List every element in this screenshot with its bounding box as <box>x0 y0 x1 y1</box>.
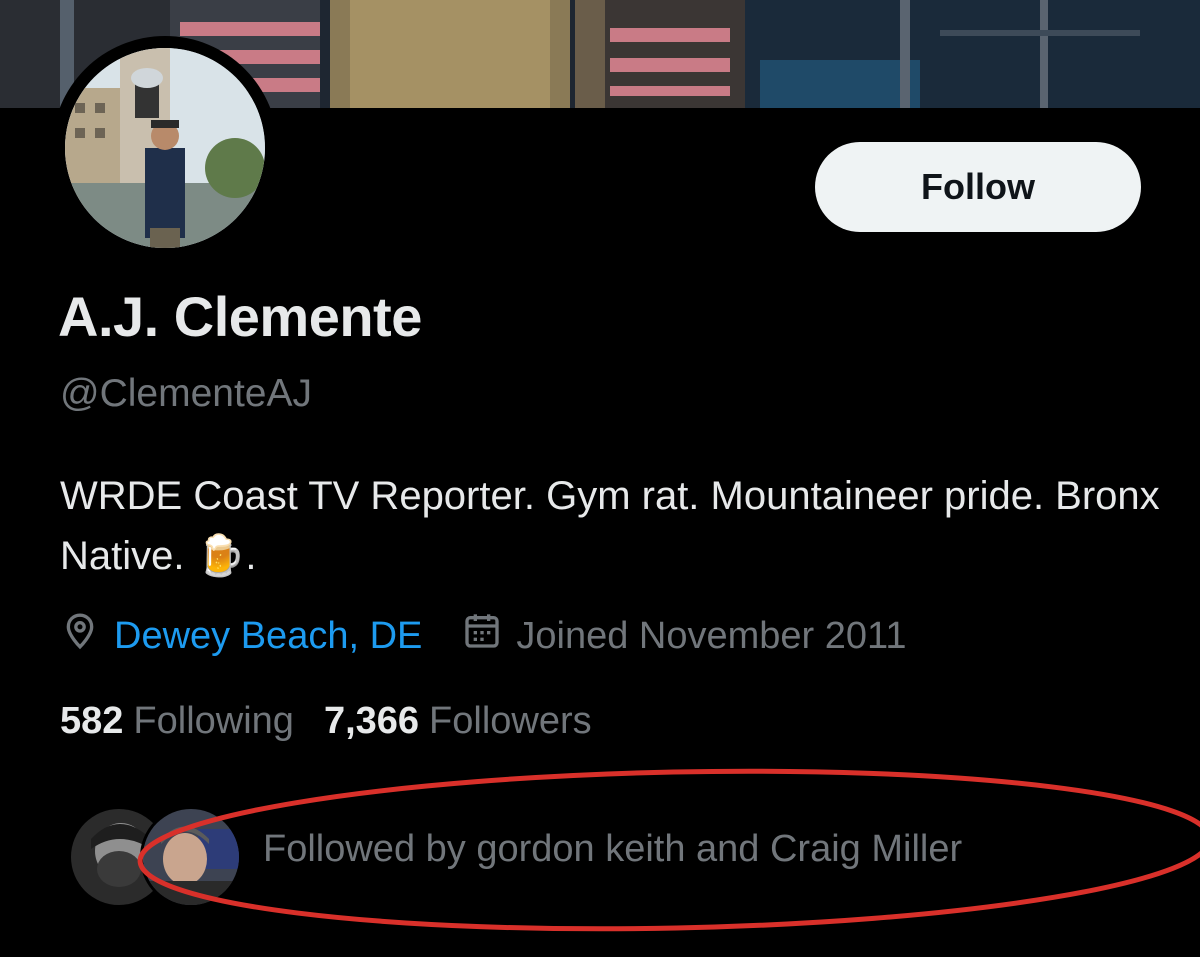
followers-link[interactable]: 7,366 Followers <box>324 700 592 743</box>
following-count: 582 <box>60 700 124 742</box>
followed-by-avatars[interactable] <box>68 806 242 908</box>
display-name: A.J. Clemente <box>58 285 422 348</box>
profile-meta: Dewey Beach, DE Joined November 2011 <box>60 612 906 660</box>
followers-count: 7,366 <box>323 700 420 742</box>
joined-date: Joined November 2011 <box>516 614 907 657</box>
followers-label: Followers <box>429 700 592 742</box>
profile-bio: WRDE Coast TV Reporter. Gym rat. Mountai… <box>60 466 1160 586</box>
following-link[interactable]: 582 Following <box>60 700 294 743</box>
user-handle: @ClementeAJ <box>60 372 313 415</box>
calendar-icon <box>462 611 502 661</box>
location-link[interactable]: Dewey Beach, DE <box>114 615 422 658</box>
follow-stats: 582 Following 7,366 Followers <box>60 700 622 743</box>
follow-button[interactable]: Follow <box>815 142 1141 232</box>
beer-emoji: 🍺 <box>195 534 246 578</box>
following-label: Following <box>133 700 294 742</box>
avatar-photo <box>65 48 265 248</box>
followed-by-text[interactable]: Followed by gordon keith and Craig Mille… <box>263 828 962 871</box>
profile-avatar[interactable] <box>65 48 265 248</box>
follower-avatar[interactable] <box>140 806 242 908</box>
bio-end: . <box>245 534 257 578</box>
location-pin-icon <box>60 611 100 661</box>
